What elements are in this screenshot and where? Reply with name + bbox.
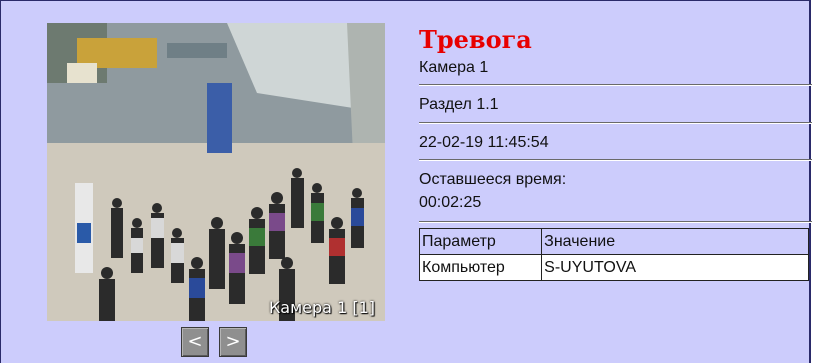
table-row: Компьютер S-UYUTOVA: [418, 254, 809, 281]
camera-overlay-label: Камера 1 [1]: [268, 298, 375, 317]
divider: [419, 122, 812, 124]
remaining-time-label: Оставшееся время:: [419, 171, 567, 188]
previous-frame-button[interactable]: <: [181, 327, 209, 357]
section-name: Раздел 1.1: [419, 96, 499, 113]
table-cell-value: S-UYUTOVA: [541, 254, 809, 281]
table-header-row: Параметр Значение: [418, 228, 809, 255]
divider: [419, 84, 812, 86]
table-cell-parameter: Компьютер: [418, 254, 543, 281]
column-header-parameter: Параметр: [418, 228, 543, 255]
remaining-time-value: 00:02:25: [419, 194, 482, 211]
next-frame-button[interactable]: >: [219, 327, 247, 357]
parameters-table: Параметр Значение Компьютер S-UYUTOVA: [418, 228, 809, 281]
camera-video-frame[interactable]: Камера 1 [1]: [47, 23, 385, 321]
column-header-value: Значение: [541, 228, 809, 255]
alarm-datetime: 22-02-19 11:45:54: [419, 134, 549, 151]
alarm-title: Тревога: [419, 25, 532, 54]
alarm-panel: Камера 1 [1] < > Тревога Камера 1 Раздел…: [0, 0, 812, 363]
divider: [419, 159, 812, 161]
camera-scene-image: [47, 23, 385, 321]
divider: [419, 221, 812, 223]
camera-name: Камера 1: [419, 59, 489, 76]
